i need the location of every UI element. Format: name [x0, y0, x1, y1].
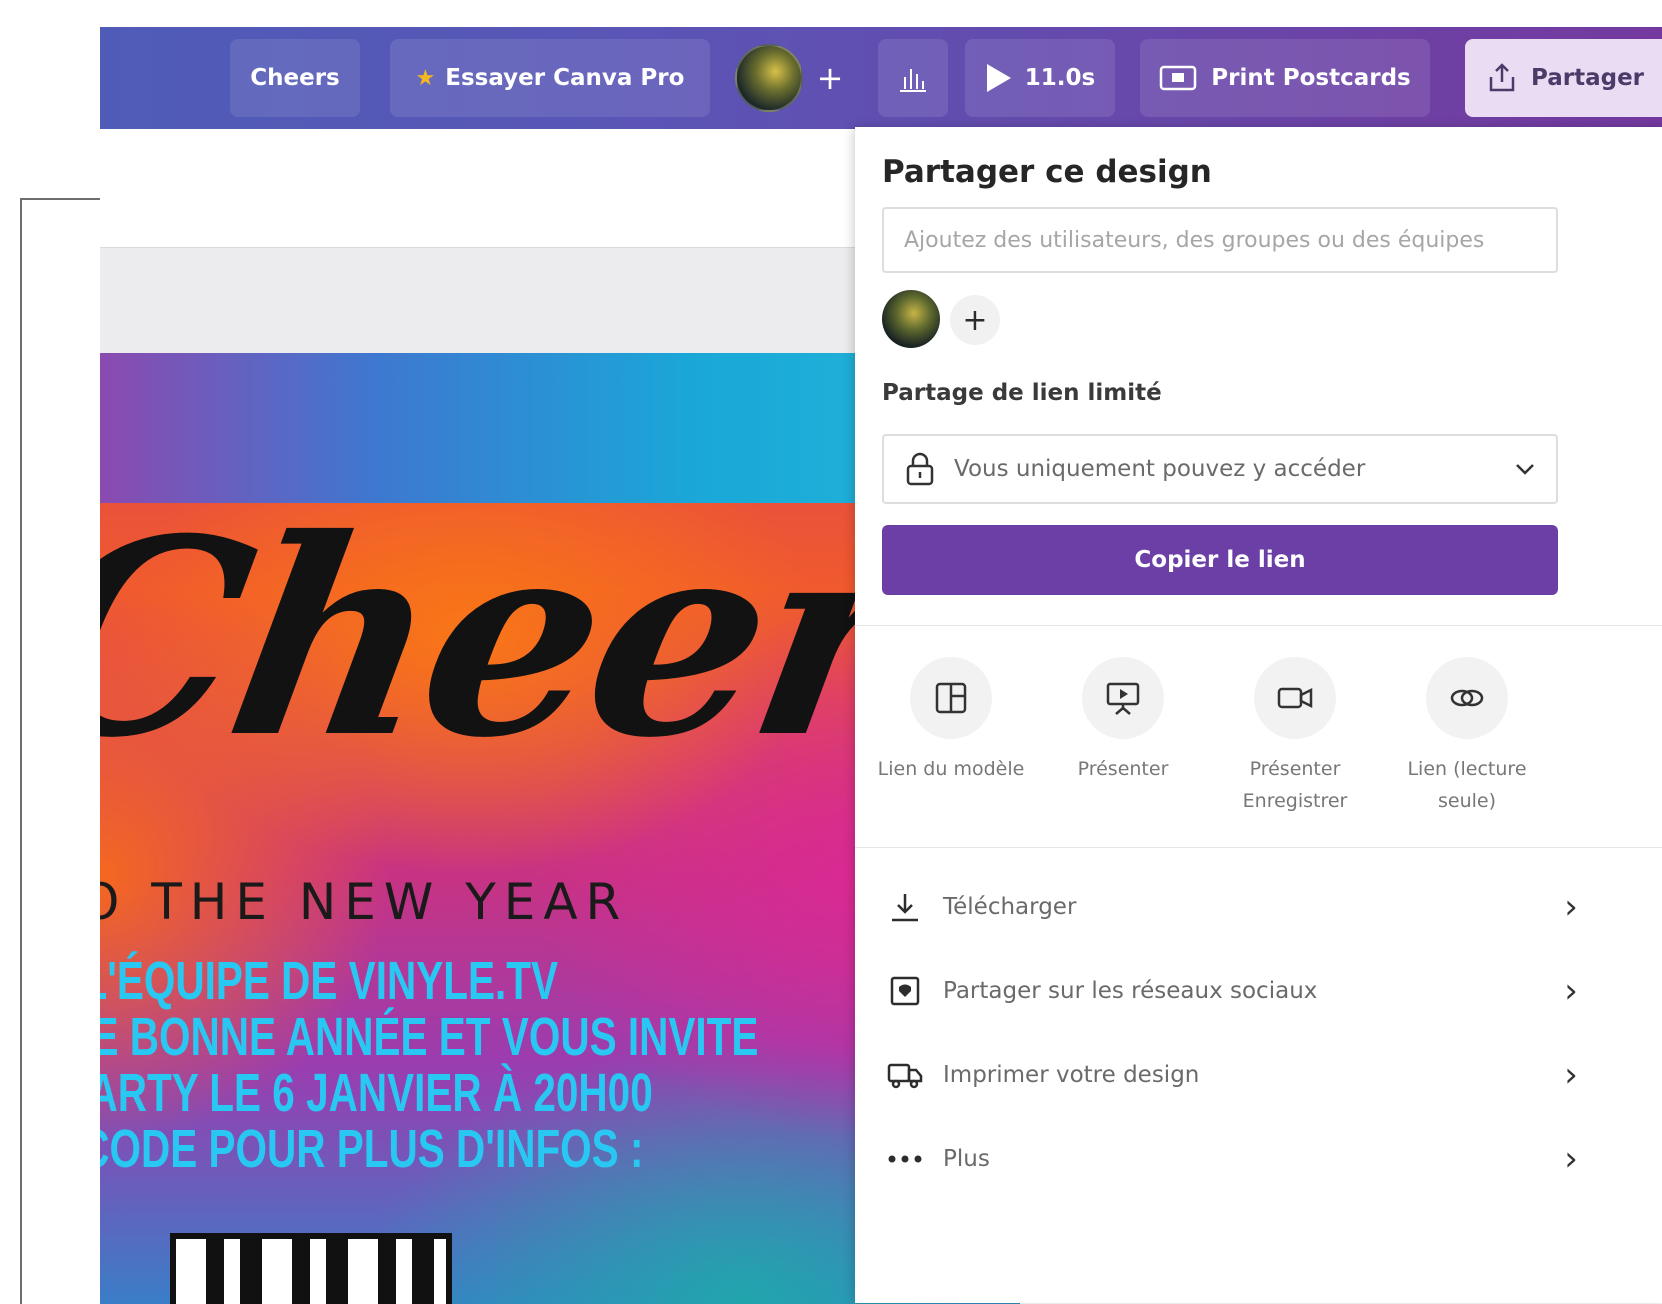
avatar — [735, 44, 803, 112]
design-line-2: TE UNE BONNE ANNÉE ET VOUS INVITE — [100, 1007, 759, 1067]
action-label: Présenter — [1077, 758, 1169, 780]
design-body-text: L'ÉQUIPE DE VINYLE.TV TE UNE BONNE ANNÉE… — [100, 953, 758, 1177]
menu-item-label: Plus — [943, 1146, 990, 1172]
menu-item-print[interactable]: Imprimer votre design › — [885, 1033, 1585, 1117]
timer-label: 11.0s — [1024, 65, 1096, 91]
copy-link-label: Copier le lien — [1134, 547, 1306, 573]
chevron-right-icon: › — [1564, 1139, 1578, 1179]
menu-item-label: Partager sur les réseaux sociaux — [943, 978, 1318, 1004]
access-level-value: Vous uniquement pouvez y accéder — [954, 456, 1366, 482]
action-present-record[interactable]: Présenter Enregistrer — [1209, 657, 1381, 827]
divider — [855, 847, 1662, 848]
copy-link-button[interactable]: Copier le lien — [882, 525, 1558, 595]
top-toolbar: Cheers ★ Essayer Canva Pro + 11.0s Print… — [100, 27, 1662, 129]
add-collaborator-button[interactable]: + — [950, 295, 1000, 345]
try-pro-label: Essayer Canva Pro — [445, 65, 685, 91]
share-upload-icon — [1489, 63, 1515, 92]
chevron-right-icon: › — [1564, 887, 1578, 927]
share-actions: Lien du modèle Présenter Présenter Enreg… — [865, 657, 1655, 827]
chevron-right-icon: › — [1564, 971, 1578, 1011]
outer-frame — [20, 198, 110, 1304]
share-label: Partager — [1531, 65, 1645, 91]
divider — [855, 625, 1662, 626]
print-label: Print Postcards — [1211, 65, 1411, 91]
action-label: Lien du modèle — [877, 758, 1025, 780]
share-button[interactable]: Partager — [1465, 39, 1662, 117]
menu-item-social-share[interactable]: Partager sur les réseaux sociaux › — [885, 949, 1585, 1033]
user-avatar[interactable] — [735, 39, 803, 117]
menu-item-label: Télécharger — [943, 894, 1077, 920]
design-title[interactable]: Cheers — [230, 39, 360, 117]
chevron-down-icon — [1516, 464, 1534, 475]
menu-item-more[interactable]: Plus › — [885, 1117, 1585, 1201]
download-icon — [885, 890, 925, 924]
plus-icon: + — [962, 302, 988, 338]
canva-editor: Cheers ★ Essayer Canva Pro + 11.0s Print… — [100, 27, 1662, 1304]
design-line-3: ASE PARTY LE 6 JANVIER À 20H00 — [100, 1063, 653, 1123]
share-panel-title: Partager ce design — [882, 154, 1212, 190]
template-link-icon — [910, 657, 992, 739]
more-icon — [885, 1154, 925, 1164]
design-subtitle: O THE NEW YEAR — [100, 873, 629, 931]
chevron-right-icon: › — [1564, 1055, 1578, 1095]
postcard-icon — [1160, 65, 1197, 91]
print-truck-icon — [885, 1059, 925, 1091]
view-only-link-icon — [1426, 657, 1508, 739]
action-template-link[interactable]: Lien du modèle — [865, 657, 1037, 827]
lock-icon — [906, 452, 934, 486]
print-postcards-button[interactable]: Print Postcards — [1140, 39, 1430, 117]
present-icon — [1082, 657, 1164, 739]
share-panel: Partager ce design + Partage de lien lim… — [855, 127, 1662, 1303]
record-icon — [1254, 657, 1336, 739]
design-line-1: L'ÉQUIPE DE VINYLE.TV — [100, 951, 558, 1011]
action-view-only-link[interactable]: Lien (lecture seule) — [1381, 657, 1553, 827]
action-present[interactable]: Présenter — [1037, 657, 1209, 827]
social-share-icon — [885, 974, 925, 1008]
star-icon: ★ — [415, 65, 436, 91]
try-canva-pro-button[interactable]: ★ Essayer Canva Pro — [390, 39, 710, 117]
menu-item-download[interactable]: Télécharger › — [885, 865, 1585, 949]
action-label: Lien (lecture seule) — [1407, 758, 1527, 812]
invite-people-input[interactable] — [882, 207, 1558, 273]
share-menu: Télécharger › Partager sur les réseaux s… — [885, 865, 1585, 1201]
invite-plus-button[interactable]: + — [810, 39, 850, 117]
plus-icon: + — [816, 59, 844, 97]
play-button[interactable]: 11.0s — [965, 39, 1115, 117]
action-label: Présenter Enregistrer — [1242, 758, 1348, 812]
insights-button[interactable] — [878, 39, 948, 117]
collaborator-avatar[interactable] — [882, 290, 940, 348]
design-line-4: E QR CODE POUR PLUS D'INFOS : — [100, 1119, 644, 1179]
bar-chart-icon — [900, 69, 926, 92]
link-sharing-title: Partage de lien limité — [882, 380, 1162, 406]
design-title-text: Cheers — [250, 65, 340, 91]
play-icon — [986, 64, 1011, 92]
menu-item-label: Imprimer votre design — [943, 1062, 1200, 1088]
access-level-select[interactable]: Vous uniquement pouvez y accéder — [882, 434, 1558, 504]
qr-code — [170, 1233, 452, 1304]
